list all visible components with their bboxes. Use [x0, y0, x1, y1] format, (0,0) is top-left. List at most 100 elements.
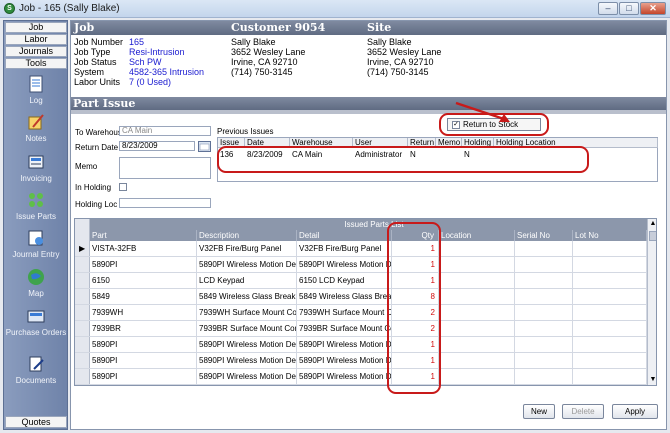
cell-part[interactable]: 5890PI	[90, 353, 197, 368]
grid-scrollbar[interactable]: ▲ ▼	[647, 219, 656, 385]
cell-lot-no[interactable]	[573, 353, 647, 368]
cell-lot-no[interactable]	[573, 321, 647, 336]
cell-serial-no[interactable]	[515, 241, 573, 256]
cell-location[interactable]	[439, 337, 515, 352]
cell-location[interactable]	[439, 289, 515, 304]
cell-location[interactable]	[439, 369, 515, 384]
table-row[interactable]: 7939WH7939WH Surface Mount Contact7939WH…	[75, 305, 656, 321]
table-row[interactable]: 5890PI5890PI Wireless Motion Detector589…	[75, 369, 656, 385]
cell-detail[interactable]: 5849 Wireless Glass Break	[297, 289, 392, 304]
job-number-value[interactable]: 165	[129, 37, 204, 47]
col-description[interactable]: Description	[197, 230, 297, 241]
nav-item-notes[interactable]: Notes	[18, 113, 54, 157]
table-row[interactable]: 5849 5849 Wireless Glass Break 5849 Wirele…	[75, 289, 656, 305]
cell-location[interactable]	[439, 321, 515, 336]
table-row[interactable]: 5890PI5890PI Wireless Motion Detector589…	[75, 257, 656, 273]
cell-lot-no[interactable]	[573, 257, 647, 272]
memo-input[interactable]	[119, 157, 211, 179]
holding-loc-input[interactable]	[119, 198, 211, 208]
table-row[interactable]: 5890PI5890PI Wireless Motion Detector589…	[75, 337, 656, 353]
cell-detail[interactable]: 7939WH Surface Mount Co	[297, 305, 392, 320]
cell-lot-no[interactable]	[573, 369, 647, 384]
cell-lot-no[interactable]	[573, 305, 647, 320]
cell-serial-no[interactable]	[515, 289, 573, 304]
cell-detail[interactable]: 6150 LCD Keypad	[297, 385, 392, 386]
cell-part[interactable]: VISTA-32FB	[90, 241, 197, 256]
cell-part[interactable]: 5890PI	[90, 337, 197, 352]
cell-serial-no[interactable]	[515, 273, 573, 288]
cell-description[interactable]: 5890PI Wireless Motion Detector	[197, 369, 297, 384]
return-date-input[interactable]: 8/23/2009	[119, 141, 195, 151]
calendar-icon[interactable]	[198, 141, 211, 152]
labor-units-value[interactable]: 7 (0 Used)	[129, 77, 204, 87]
table-row[interactable]: ▶ VISTA-32FB V32FB Fire/Burg Panel V32FB Fi…	[75, 241, 656, 257]
in-holding-checkbox[interactable]	[119, 183, 127, 191]
cell-part[interactable]: 6150	[90, 273, 197, 288]
nav-item-documents[interactable]: Documents	[16, 355, 56, 399]
cell-lot-no[interactable]	[573, 385, 647, 386]
cell-serial-no[interactable]	[515, 385, 573, 386]
nav-tab-journals[interactable]: Journals	[5, 46, 67, 57]
cell-serial-no[interactable]	[515, 257, 573, 272]
table-row[interactable]: 5890PI5890PI Wireless Motion Detector589…	[75, 353, 656, 369]
table-row[interactable]: 7939BR7939BR Surface Mount Contact7939BR…	[75, 321, 656, 337]
cell-part[interactable]: 5890PI	[90, 257, 197, 272]
scroll-down-arrow[interactable]: ▼	[648, 375, 656, 385]
cell-lot-no[interactable]	[573, 337, 647, 352]
cell-location[interactable]	[439, 257, 515, 272]
cell-part[interactable]: 7939WH	[90, 305, 197, 320]
apply-button[interactable]: Apply	[612, 404, 658, 419]
cell-serial-no[interactable]	[515, 305, 573, 320]
col-serial-no[interactable]: Serial No	[515, 230, 573, 241]
cell-location[interactable]	[439, 241, 515, 256]
nav-item-journal-entry[interactable]: Journal Entry	[12, 229, 60, 273]
cell-description[interactable]: LCD Keypad	[197, 273, 297, 288]
cell-location[interactable]	[439, 385, 515, 386]
cell-description[interactable]: LCD Keypad	[197, 385, 297, 386]
to-warehouse-input[interactable]: CA Main	[119, 126, 211, 136]
scroll-thumb[interactable]	[649, 231, 656, 241]
cell-detail[interactable]: 5890PI Wireless Motion Det	[297, 337, 392, 352]
nav-tab-quotes[interactable]: Quotes	[5, 416, 67, 428]
cell-description[interactable]: 5890PI Wireless Motion Detector	[197, 353, 297, 368]
col-lot-no[interactable]: Lot No	[573, 230, 647, 241]
system-value[interactable]: 4582-365 Intrusion	[129, 67, 204, 77]
table-row[interactable]: 6150LCD Keypad6150 LCD Keypad1	[75, 385, 657, 386]
cell-detail[interactable]: 5890PI Wireless Motion Det	[297, 369, 392, 384]
cell-description[interactable]: 5849 Wireless Glass Break	[197, 289, 297, 304]
table-row[interactable]: 6150LCD Keypad6150 LCD Keypad1	[75, 273, 656, 289]
nav-item-map[interactable]: Map	[18, 268, 54, 312]
col-location[interactable]: Location	[439, 230, 515, 241]
nav-tab-tools[interactable]: Tools	[5, 58, 67, 69]
job-status-value[interactable]: Sch PW	[129, 57, 204, 67]
cell-description[interactable]: 5890PI Wireless Motion Detector	[197, 257, 297, 272]
cell-description[interactable]: 7939WH Surface Mount Contact	[197, 305, 297, 320]
cell-lot-no[interactable]	[573, 241, 647, 256]
col-part[interactable]: Part	[90, 230, 197, 241]
cell-location[interactable]	[439, 353, 515, 368]
nav-item-purchase-orders[interactable]: Purchase Orders	[6, 307, 66, 351]
cell-detail[interactable]: V32FB Fire/Burg Panel	[297, 241, 392, 256]
cell-serial-no[interactable]	[515, 337, 573, 352]
minimize-button[interactable]: –	[598, 2, 618, 15]
cell-part[interactable]: 6150	[90, 385, 197, 386]
cell-location[interactable]	[439, 273, 515, 288]
job-type-value[interactable]: Resi-Intrusion	[129, 47, 204, 57]
cell-lot-no[interactable]	[573, 289, 647, 304]
issued-parts-grid[interactable]: Issued Parts List Part Description Detai…	[74, 218, 657, 386]
cell-detail[interactable]: 7939BR Surface Mount Co	[297, 321, 392, 336]
cell-description[interactable]: 7939BR Surface Mount Contact	[197, 321, 297, 336]
cell-part[interactable]: 5890PI	[90, 369, 197, 384]
cell-serial-no[interactable]	[515, 353, 573, 368]
nav-tab-labor[interactable]: Labor	[5, 34, 67, 45]
cell-location[interactable]	[439, 305, 515, 320]
scroll-up-arrow[interactable]: ▲	[648, 219, 656, 229]
cell-serial-no[interactable]	[515, 369, 573, 384]
new-button[interactable]: New	[523, 404, 555, 419]
cell-lot-no[interactable]	[573, 273, 647, 288]
cell-part[interactable]: 7939BR	[90, 321, 197, 336]
maximize-button[interactable]: □	[619, 2, 639, 15]
cell-description[interactable]: 5890PI Wireless Motion Detector	[197, 337, 297, 352]
cell-serial-no[interactable]	[515, 321, 573, 336]
close-button[interactable]: ✕	[640, 2, 666, 15]
